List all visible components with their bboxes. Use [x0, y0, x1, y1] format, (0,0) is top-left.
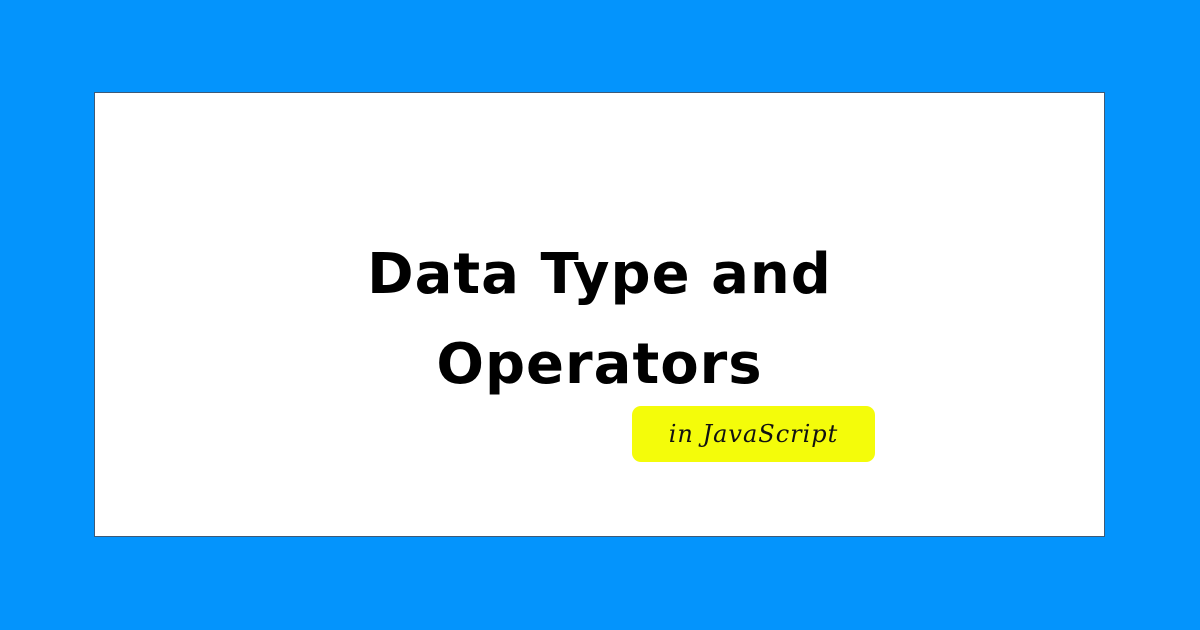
language-badge: in JavaScript	[632, 406, 875, 462]
page-title: Data Type and Operators	[95, 230, 1104, 409]
title-line-2: Operators	[436, 331, 763, 397]
title-card: Data Type and Operators in JavaScript	[94, 92, 1105, 537]
title-line-1: Data Type and	[367, 242, 832, 307]
badge-label: in JavaScript	[668, 420, 839, 448]
